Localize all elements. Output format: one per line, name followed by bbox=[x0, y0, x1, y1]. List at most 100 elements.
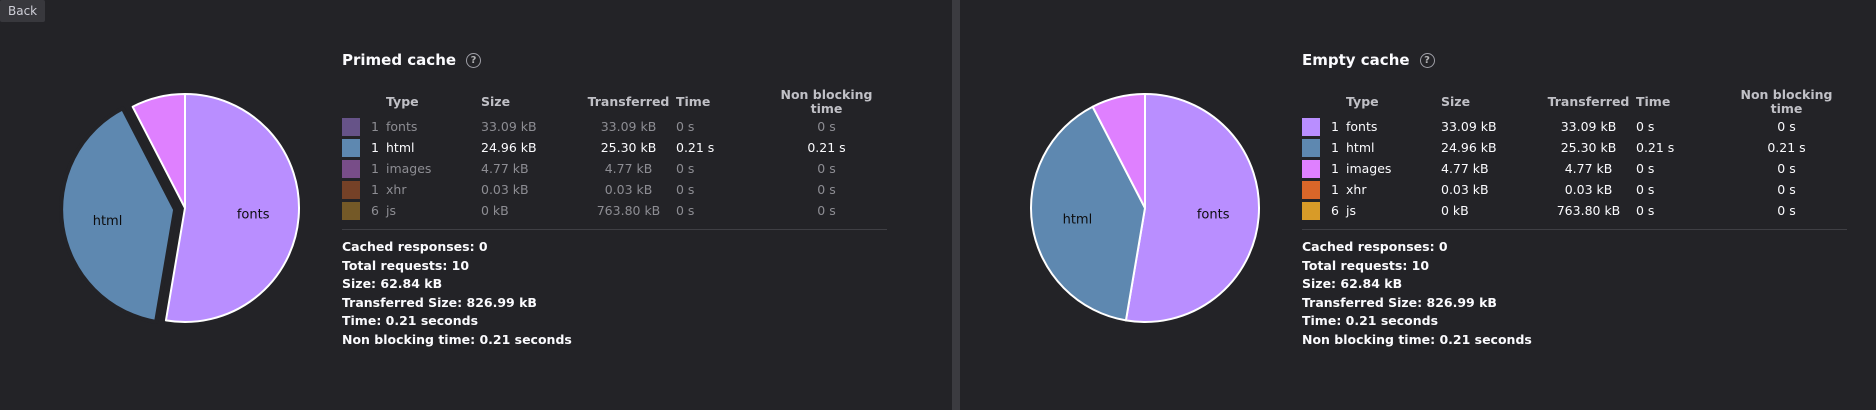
pie-label-html: html bbox=[1063, 213, 1093, 228]
row-non-blocking: 0 s bbox=[817, 119, 836, 134]
pie-chart-svg: fonts html bbox=[1030, 93, 1260, 323]
header-non-blocking: Non blocking time bbox=[780, 87, 873, 116]
empty-cache-pie-chart: fonts html bbox=[1015, 78, 1275, 338]
summary-non-blocking: Non blocking time: 0.21 seconds bbox=[1302, 331, 1532, 347]
header-size: Size bbox=[1441, 94, 1471, 109]
row-size: 24.96 kB bbox=[481, 140, 537, 155]
primed-cache-panel: fonts html Primed cache ? Type Size Trans… bbox=[0, 0, 952, 410]
row-non-blocking: 0 s bbox=[1777, 119, 1796, 134]
row-count: 1 bbox=[1331, 161, 1339, 176]
row-count: 1 bbox=[371, 140, 379, 155]
table-row-html: 1 html 24.96 kB 25.30 kB 0.21 s 0.21 s bbox=[342, 137, 887, 158]
summary-time: Time: 0.21 seconds bbox=[342, 313, 479, 328]
table-header-row: Type Size Transferred Time Non blocking … bbox=[342, 88, 887, 116]
row-count: 1 bbox=[371, 182, 379, 197]
empty-cache-details: Empty cache ? Type Size Transferred Time… bbox=[1302, 48, 1857, 349]
header-type: Type bbox=[1346, 94, 1379, 109]
summary-cached: Cached responses: 0 bbox=[1302, 239, 1448, 254]
primed-cache-pie-chart: fonts html bbox=[55, 78, 315, 338]
panel-splitter[interactable] bbox=[952, 0, 960, 410]
table-row-html: 1 html 24.96 kB 25.30 kB 0.21 s 0.21 s bbox=[1302, 137, 1847, 158]
table-row-js: 6 js 0 kB 763.80 kB 0 s 0 s bbox=[1302, 200, 1847, 221]
row-time: 0.21 s bbox=[676, 140, 715, 155]
type-table: Type Size Transferred Time Non blocking … bbox=[1302, 88, 1847, 221]
row-size: 33.09 kB bbox=[1441, 119, 1497, 134]
row-transferred: 763.80 kB bbox=[596, 203, 661, 218]
row-type: fonts bbox=[1346, 119, 1378, 134]
row-type: js bbox=[386, 203, 396, 218]
row-time: 0 s bbox=[1636, 182, 1655, 197]
divider bbox=[1302, 229, 1847, 230]
summary-size: Size: 62.84 kB bbox=[342, 276, 443, 291]
legend-swatch bbox=[1302, 200, 1324, 221]
pie-chart-svg: fonts html bbox=[59, 93, 300, 324]
row-count: 1 bbox=[1331, 140, 1339, 155]
table-row-images: 1 images 4.77 kB 4.77 kB 0 s 0 s bbox=[342, 158, 887, 179]
row-type: html bbox=[1346, 140, 1375, 155]
legend-swatch bbox=[1302, 116, 1324, 137]
row-time: 0 s bbox=[676, 182, 695, 197]
summary-total: Total requests: 10 bbox=[342, 257, 470, 273]
color-swatch bbox=[342, 180, 360, 199]
row-time: 0 s bbox=[676, 119, 695, 134]
pie-label-fonts: fonts bbox=[237, 208, 270, 223]
row-size: 24.96 kB bbox=[1441, 140, 1497, 155]
row-type: html bbox=[386, 140, 415, 155]
row-transferred: 25.30 kB bbox=[600, 140, 657, 155]
divider bbox=[342, 229, 887, 230]
row-size: 4.77 kB bbox=[481, 161, 529, 176]
summary-transferred: Transferred Size: 826.99 kB bbox=[1302, 294, 1497, 310]
legend-swatch bbox=[342, 179, 364, 200]
row-size: 0 kB bbox=[481, 203, 509, 218]
table-row-xhr: 1 xhr 0.03 kB 0.03 kB 0 s 0 s bbox=[1302, 179, 1847, 200]
row-type: xhr bbox=[386, 182, 407, 197]
header-time: Time bbox=[1636, 94, 1671, 109]
legend-swatch bbox=[342, 137, 364, 158]
row-size: 4.77 kB bbox=[1441, 161, 1489, 176]
summary-size: Size: 62.84 kB bbox=[1302, 276, 1403, 291]
table-row-js: 6 js 0 kB 763.80 kB 0 s 0 s bbox=[342, 200, 887, 221]
table-row-fonts: 1 fonts 33.09 kB 33.09 kB 0 s 0 s bbox=[1302, 116, 1847, 137]
header-non-blocking: Non blocking time bbox=[1740, 87, 1833, 116]
panel-title: Primed cache bbox=[342, 51, 457, 69]
summary: Cached responses: 0 Total requests: 10 S… bbox=[1302, 238, 1857, 349]
row-time: 0 s bbox=[1636, 161, 1655, 176]
row-type: fonts bbox=[386, 119, 418, 134]
header-time: Time bbox=[676, 94, 711, 109]
summary-time: Time: 0.21 seconds bbox=[1302, 313, 1439, 328]
row-type: images bbox=[386, 161, 432, 176]
row-transferred: 4.77 kB bbox=[604, 161, 653, 176]
row-non-blocking: 0 s bbox=[1777, 161, 1796, 176]
row-transferred: 33.09 kB bbox=[1560, 119, 1617, 134]
legend-swatch bbox=[342, 158, 364, 179]
summary-total: Total requests: 10 bbox=[1302, 257, 1430, 273]
panel-title: Empty cache bbox=[1302, 51, 1410, 69]
row-count: 6 bbox=[371, 203, 379, 218]
empty-cache-panel: fonts html Empty cache ? Type Size Transf… bbox=[960, 0, 1876, 410]
row-non-blocking: 0 s bbox=[817, 161, 836, 176]
color-swatch bbox=[1302, 138, 1320, 157]
summary-transferred: Transferred Size: 826.99 kB bbox=[342, 294, 537, 310]
color-swatch bbox=[342, 117, 360, 136]
header-transferred: Transferred bbox=[587, 94, 670, 109]
color-swatch bbox=[1302, 159, 1320, 178]
color-swatch bbox=[342, 159, 360, 178]
row-non-blocking: 0 s bbox=[817, 182, 836, 197]
row-size: 33.09 kB bbox=[481, 119, 537, 134]
row-transferred: 0.03 kB bbox=[604, 182, 653, 197]
help-icon[interactable]: ? bbox=[466, 52, 482, 68]
row-time: 0 s bbox=[1636, 119, 1655, 134]
row-count: 6 bbox=[1331, 203, 1339, 218]
row-transferred: 4.77 kB bbox=[1564, 161, 1613, 176]
row-non-blocking: 0.21 s bbox=[807, 140, 846, 155]
row-transferred: 763.80 kB bbox=[1556, 203, 1621, 218]
header-size: Size bbox=[481, 94, 511, 109]
row-type: xhr bbox=[1346, 182, 1367, 197]
row-count: 1 bbox=[1331, 119, 1339, 134]
header-type: Type bbox=[386, 94, 419, 109]
row-count: 1 bbox=[371, 161, 379, 176]
help-icon[interactable]: ? bbox=[1419, 52, 1435, 68]
row-time: 0.21 s bbox=[1636, 140, 1675, 155]
summary-cached: Cached responses: 0 bbox=[342, 239, 488, 254]
header-transferred: Transferred bbox=[1547, 94, 1630, 109]
